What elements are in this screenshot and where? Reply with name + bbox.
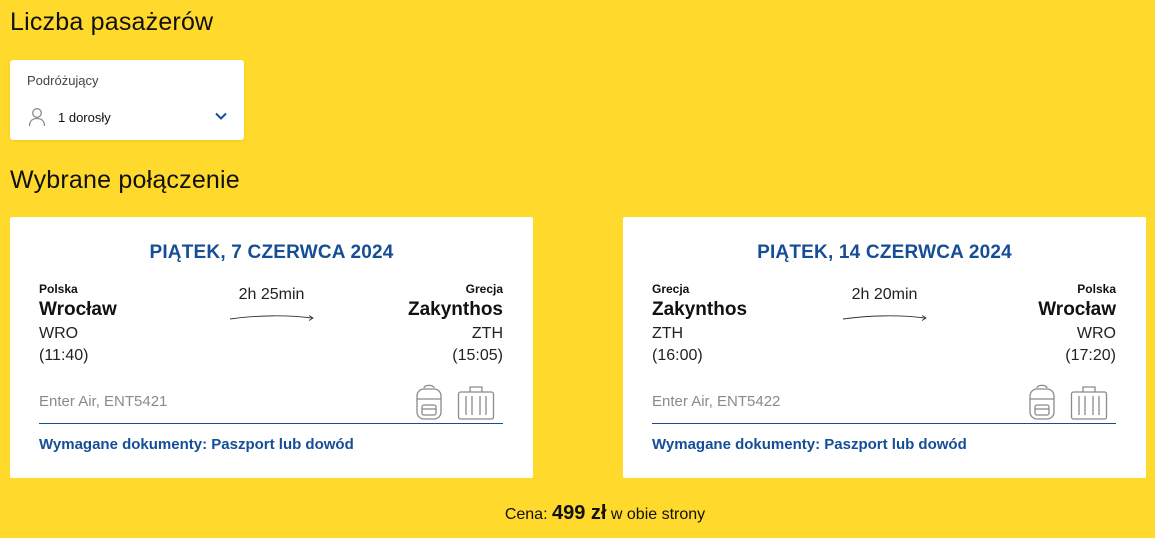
arrival-city: Wrocław — [1038, 299, 1116, 320]
flight-card-return: PIĄTEK, 14 CZERWCA 2024 Grecja Zakynthos… — [623, 217, 1146, 478]
arrow-right-icon — [842, 315, 927, 321]
departure-code: ZTH — [652, 325, 684, 342]
arrival-info: Polska Wrocław WRO (17:20) — [1038, 282, 1116, 367]
passenger-selector[interactable]: Podróżujący 1 dorosły — [10, 60, 244, 140]
card-divider — [39, 423, 503, 424]
luggage-icons — [1028, 383, 1108, 421]
arrival-time: (17:20) — [1065, 347, 1116, 364]
backpack-icon[interactable] — [1028, 383, 1056, 421]
passenger-selector-label: Podróżujący — [27, 73, 99, 88]
arrival-code: ZTH — [471, 325, 503, 342]
passengers-heading: Liczba pasażerów — [10, 8, 214, 36]
price-suffix: w obie strony — [610, 506, 706, 523]
departure-code: WRO — [39, 325, 79, 342]
arrival-city: Zakynthos — [407, 299, 503, 320]
backpack-icon[interactable] — [415, 383, 443, 421]
price-summary: Cena: 499 zł w obie strony — [0, 502, 1155, 525]
flight-date: PIĄTEK, 14 CZERWCA 2024 — [757, 242, 1012, 263]
suitcase-icon[interactable] — [1070, 385, 1108, 421]
arrival-time: (15:05) — [452, 347, 503, 364]
airline-flight-number: Enter Air, ENT5422 — [652, 393, 781, 410]
chevron-down-icon[interactable] — [214, 111, 228, 121]
required-documents: Wymagane dokumenty: Paszport lub dowód — [39, 436, 354, 453]
suitcase-icon[interactable] — [457, 385, 495, 421]
passenger-count-value: 1 dorosły — [58, 109, 111, 125]
selected-connection-heading: Wybrane połączenie — [10, 166, 240, 194]
flight-date: PIĄTEK, 7 CZERWCA 2024 — [149, 242, 394, 263]
departure-time: (11:40) — [39, 347, 89, 364]
departure-time: (16:00) — [652, 347, 703, 364]
required-documents: Wymagane dokumenty: Paszport lub dowód — [652, 436, 967, 453]
user-icon — [28, 108, 46, 127]
flight-card-outbound: PIĄTEK, 7 CZERWCA 2024 Polska Wrocław WR… — [10, 217, 533, 478]
price-label: Cena: — [504, 506, 548, 523]
passenger-dropdown[interactable]: 1 dorosły — [28, 106, 228, 128]
arrival-code: WRO — [1076, 325, 1116, 342]
price-amount: 499 zł — [551, 502, 607, 524]
arrival-country: Grecja — [465, 282, 503, 296]
arrow-right-icon — [229, 315, 314, 321]
card-divider — [652, 423, 1116, 424]
airline-flight-number: Enter Air, ENT5421 — [39, 393, 168, 410]
luggage-icons — [415, 383, 495, 421]
arrival-info: Grecja Zakynthos ZTH (15:05) — [408, 282, 503, 367]
arrival-country: Polska — [1077, 282, 1116, 296]
